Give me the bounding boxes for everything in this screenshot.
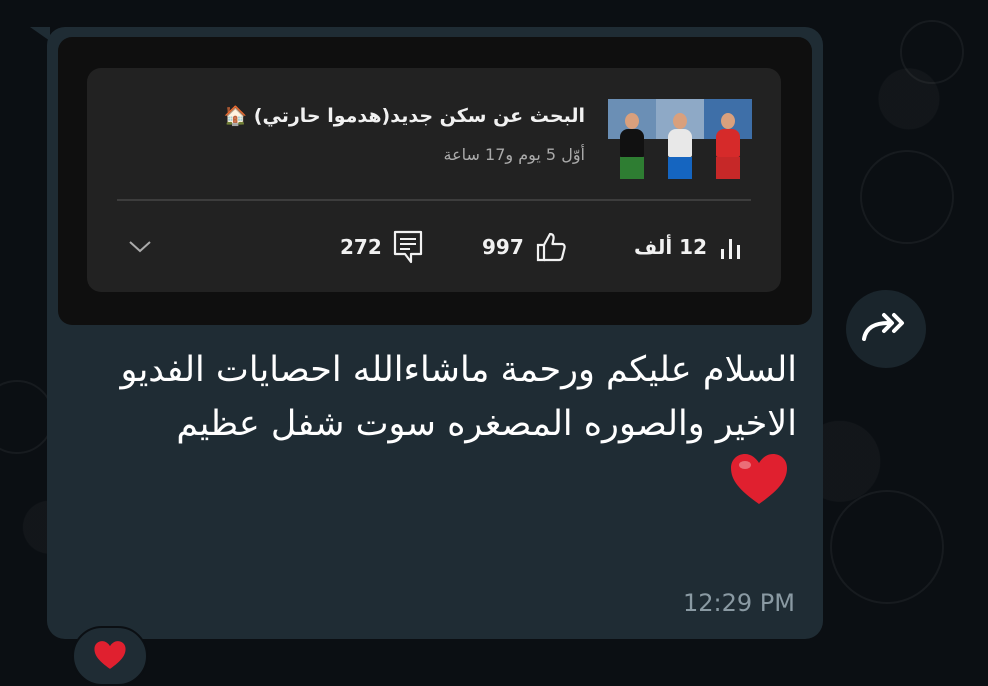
- thumbnail-panel-green: [608, 99, 656, 179]
- wallpaper-doodle: [900, 20, 964, 84]
- video-stats-card[interactable]: البحث عن سكن جديد(هدموا حارتي) 🏠 أوّل 5 …: [87, 68, 781, 292]
- video-thumbnail[interactable]: [608, 99, 752, 179]
- double-forward-icon: [862, 313, 904, 341]
- message-bubble[interactable]: البحث عن سكن جديد(هدموا حارتي) 🏠 أوّل 5 …: [47, 27, 823, 639]
- thumbnail-panel-white: [656, 99, 704, 179]
- video-age: أوّل 5 يوم و17 ساعة: [443, 145, 585, 164]
- likes-count: 997: [482, 235, 524, 259]
- wallpaper-doodle: [0, 380, 54, 454]
- comment-icon: [393, 230, 422, 264]
- views-stat: 12 ألف: [634, 229, 745, 265]
- wallpaper-doodle: [830, 490, 944, 604]
- message-timestamp: 12:29 PM: [683, 589, 795, 617]
- heart-emoji: [94, 641, 126, 669]
- bar-chart-icon: [721, 239, 740, 259]
- video-title: البحث عن سكن جديد(هدموا حارتي) 🏠: [223, 105, 585, 127]
- message-text: السلام عليكم ورحمة ماشاءالله احصايات الف…: [117, 343, 797, 506]
- forward-button[interactable]: [846, 290, 926, 368]
- likes-stat: 997: [482, 229, 568, 265]
- thumbs-up-icon: [536, 232, 566, 262]
- heart-emoji: [731, 454, 787, 504]
- card-divider: [117, 199, 751, 201]
- comments-count: 272: [340, 235, 382, 259]
- comments-stat: 272: [340, 229, 424, 265]
- message-body: السلام عليكم ورحمة ماشاءالله احصايات الف…: [120, 350, 797, 444]
- chevron-down-icon[interactable]: [127, 238, 153, 256]
- thumbnail-panel-red: [704, 99, 752, 179]
- views-count: 12 ألف: [634, 235, 707, 259]
- wallpaper-doodle: [860, 150, 954, 244]
- link-preview[interactable]: البحث عن سكن جديد(هدموا حارتي) 🏠 أوّل 5 …: [58, 37, 812, 325]
- reaction-badge[interactable]: [72, 626, 148, 686]
